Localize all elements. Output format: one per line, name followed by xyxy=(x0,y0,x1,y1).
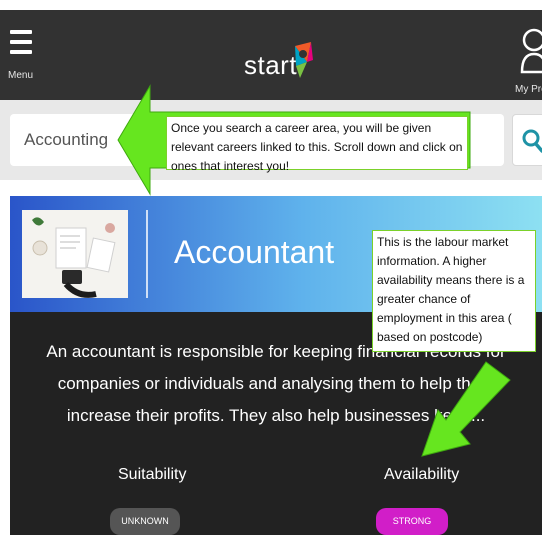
app-screen: Menu start My Profile Accounting xyxy=(0,0,542,535)
labour-note-callout: This is the labour market information. A… xyxy=(372,230,536,352)
search-note-callout: Once you search a career area, you will … xyxy=(166,116,468,173)
